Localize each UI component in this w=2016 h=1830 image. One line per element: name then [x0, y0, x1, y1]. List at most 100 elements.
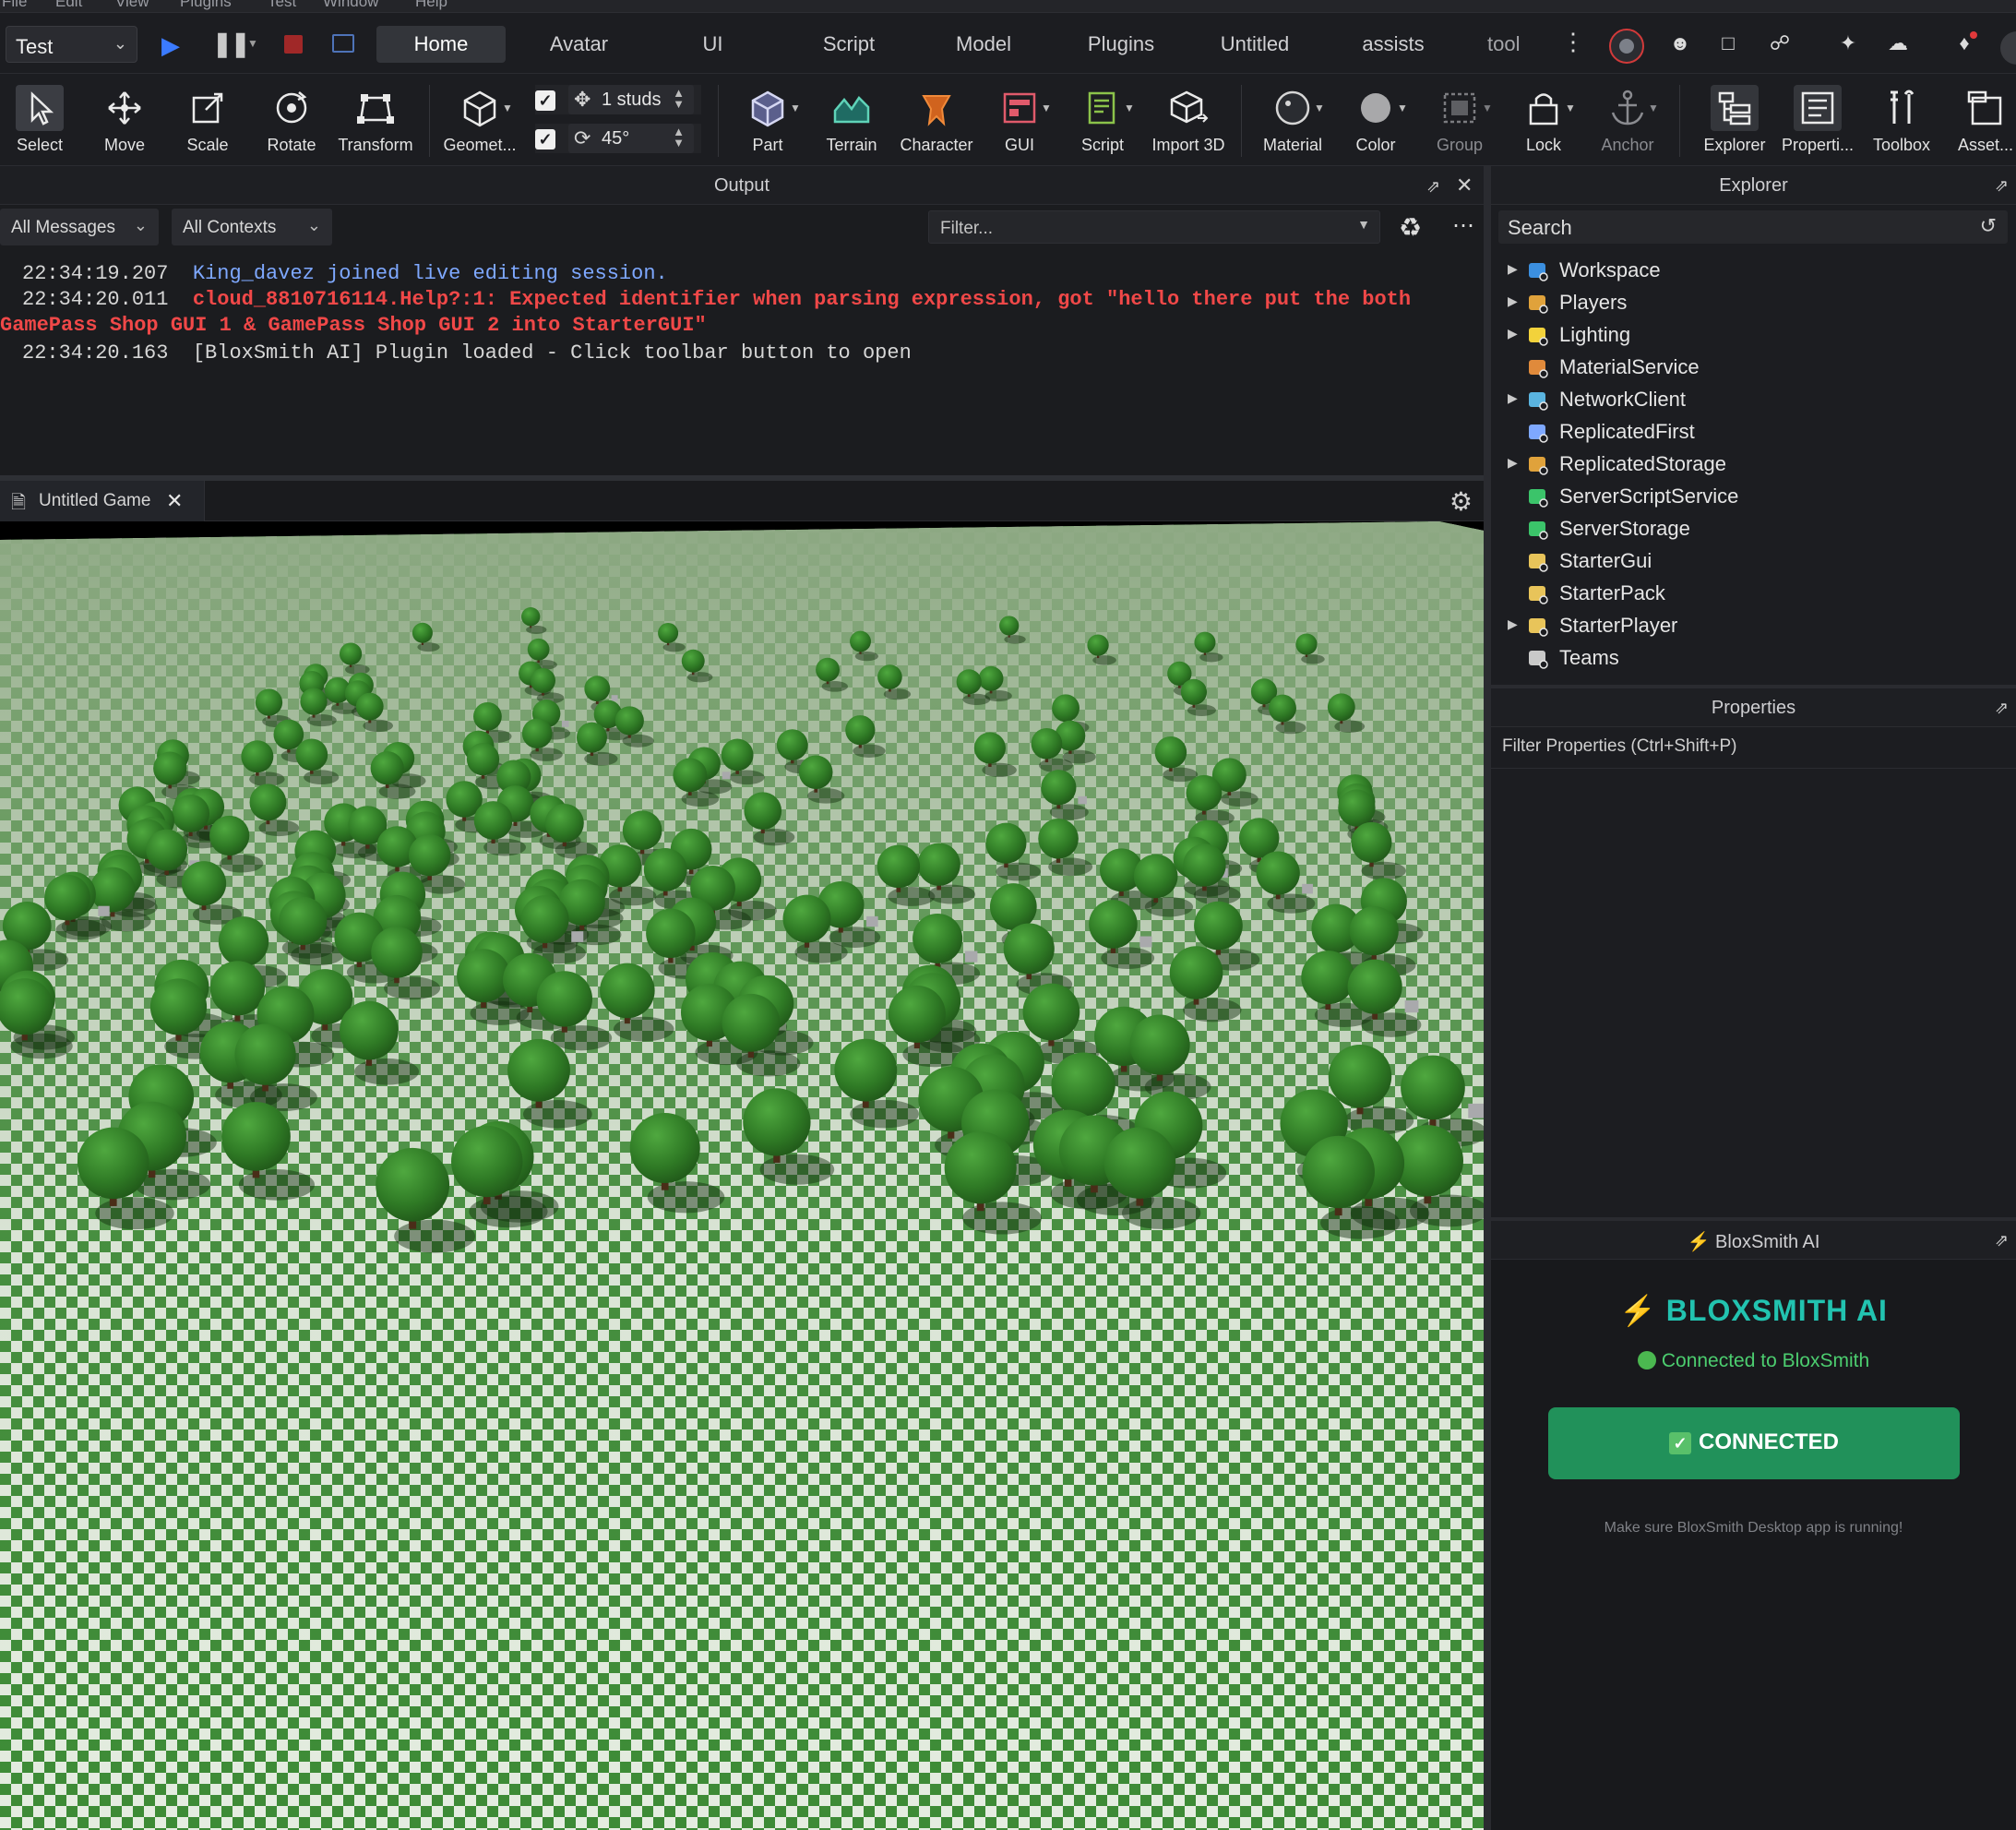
close-tab-icon[interactable]: ✕: [166, 489, 183, 513]
history-icon[interactable]: ↺: [1980, 214, 1997, 238]
close-icon[interactable]: ✕: [1456, 173, 1473, 197]
tree-canopy[interactable]: [339, 642, 363, 665]
tree-canopy[interactable]: [1301, 951, 1355, 1005]
select-tool-button[interactable]: Select: [7, 74, 72, 166]
filter-dropdown-icon[interactable]: ▼: [1357, 217, 1370, 232]
explorer-item-players[interactable]: ▶ Players: [1491, 287, 2016, 319]
explorer-item-starterpack[interactable]: StarterPack: [1491, 578, 2016, 610]
tree-canopy[interactable]: [1328, 1045, 1392, 1108]
messages-filter-dropdown[interactable]: All Messages ⌄: [0, 209, 159, 245]
expand-arrow-icon[interactable]: ▶: [1508, 261, 1518, 277]
rock-part[interactable]: [1302, 883, 1313, 894]
lock-button[interactable]: Lock: [1511, 74, 1576, 166]
tree-canopy[interactable]: [146, 829, 188, 871]
tree-canopy[interactable]: [527, 638, 550, 661]
tree-canopy[interactable]: [218, 916, 269, 967]
explorer-item-workspace[interactable]: ▶ Workspace: [1491, 255, 2016, 287]
tree-canopy[interactable]: [1103, 1127, 1176, 1199]
rock-part[interactable]: [1404, 999, 1419, 1013]
tree-canopy[interactable]: [985, 822, 1027, 864]
stop-icon[interactable]: [284, 35, 303, 54]
explorer-item-replicatedstorage[interactable]: ▶ ReplicatedStorage: [1491, 449, 2016, 481]
tree-canopy[interactable]: [473, 701, 502, 731]
assistant-sparkle-icon[interactable]: ✦: [1834, 30, 1862, 57]
log-line[interactable]: 22:34:20.163 [BloxSmith AI] Plugin loade…: [22, 341, 912, 365]
menu-view[interactable]: View: [115, 0, 149, 11]
stepper-icon[interactable]: ▲ ▼: [673, 126, 685, 149]
tree-canopy[interactable]: [917, 843, 960, 886]
tree-canopy[interactable]: [1169, 946, 1223, 999]
expand-arrow-icon[interactable]: ▶: [1508, 455, 1518, 471]
tree-canopy[interactable]: [1031, 728, 1063, 760]
menu-edit[interactable]: Edit: [55, 0, 82, 11]
color-button[interactable]: Color: [1343, 74, 1408, 166]
tree-canopy[interactable]: [300, 688, 328, 715]
tab-script[interactable]: Script: [803, 26, 895, 63]
tree-canopy[interactable]: [877, 844, 921, 889]
rock-part[interactable]: [1078, 795, 1087, 805]
tree-canopy[interactable]: [221, 1102, 291, 1171]
tree-canopy[interactable]: [412, 622, 433, 643]
tree-canopy[interactable]: [536, 971, 593, 1027]
properties-filter-input[interactable]: Filter Properties (Ctrl+Shift+P): [1502, 736, 1736, 757]
output-filter-input[interactable]: Filter... ▼: [928, 210, 1380, 244]
script-dropdown-icon[interactable]: ▼: [1124, 102, 1135, 114]
avatar[interactable]: [1609, 29, 1644, 64]
character-button[interactable]: Character: [890, 74, 983, 166]
explorer-item-lighting[interactable]: ▶ Lighting: [1491, 319, 2016, 352]
menu-plugins[interactable]: Plugins: [180, 0, 232, 11]
tree-canopy[interactable]: [1338, 789, 1376, 827]
pause-icon[interactable]: ❚❚: [212, 30, 251, 58]
tree-canopy[interactable]: [1347, 959, 1402, 1014]
tree-canopy[interactable]: [973, 732, 1006, 764]
rock-part[interactable]: [98, 905, 110, 916]
tab-home[interactable]: Home: [376, 26, 506, 63]
tree-canopy[interactable]: [451, 1125, 523, 1198]
tree-canopy[interactable]: [1051, 1052, 1115, 1117]
scale-tool-button[interactable]: Scale: [175, 74, 240, 166]
explorer-item-materialservice[interactable]: MaterialService: [1491, 352, 2016, 384]
log-line-error[interactable]: 22:34:20.011 cloud_8810716114.Help?:1: E…: [22, 288, 1411, 311]
explorer-search-input[interactable]: Search ↺: [1498, 210, 2008, 244]
tree-canopy[interactable]: [209, 815, 250, 856]
tree-canopy[interactable]: [989, 883, 1037, 930]
tab-avatar[interactable]: Avatar: [526, 26, 632, 63]
tree-canopy[interactable]: [371, 927, 423, 978]
tree-canopy[interactable]: [646, 908, 696, 959]
popout-icon[interactable]: ⇗: [1426, 177, 1440, 197]
rock-part[interactable]: [561, 720, 569, 727]
explorer-item-networkclient[interactable]: ▶ NetworkClient: [1491, 384, 2016, 416]
rock-part[interactable]: [611, 695, 618, 701]
play-icon[interactable]: ▶: [161, 31, 180, 60]
tree-canopy[interactable]: [834, 1038, 898, 1102]
tree-canopy[interactable]: [622, 810, 662, 851]
tree-canopy[interactable]: [782, 894, 831, 943]
tree-canopy[interactable]: [209, 961, 266, 1016]
rock-part[interactable]: [722, 771, 731, 780]
menu-test[interactable]: Test: [268, 0, 296, 11]
tree-canopy[interactable]: [520, 895, 569, 944]
gui-dropdown-icon[interactable]: ▼: [1041, 102, 1052, 114]
tree-canopy[interactable]: [850, 630, 871, 652]
explorer-item-replicatedfirst[interactable]: ReplicatedFirst: [1491, 416, 2016, 449]
explorer-item-teams[interactable]: Teams: [1491, 642, 2016, 675]
popout-icon[interactable]: ⇗: [1995, 1231, 2009, 1250]
tree-canopy[interactable]: [457, 949, 511, 1003]
expand-arrow-icon[interactable]: ▶: [1508, 616, 1518, 632]
tree-canopy[interactable]: [1327, 693, 1355, 722]
stepper-icon[interactable]: ▲ ▼: [673, 87, 685, 110]
terrain-button[interactable]: Terrain: [812, 74, 891, 166]
cloud-icon[interactable]: ☁: [1884, 30, 1912, 57]
profile-avatar[interactable]: [2000, 31, 2016, 65]
add-collaborator-icon[interactable]: ☻: [1666, 30, 1694, 57]
tree-canopy[interactable]: [1194, 631, 1216, 653]
tree-canopy[interactable]: [149, 978, 208, 1035]
group-dropdown-icon[interactable]: ▼: [1482, 102, 1493, 114]
expand-arrow-icon[interactable]: ▶: [1508, 326, 1518, 341]
move-snap-field[interactable]: ✥ 1 studs ▲ ▼: [568, 85, 694, 114]
toolbox-button[interactable]: Toolbox: [1864, 74, 1939, 166]
move-snap-checkbox[interactable]: ✓: [535, 90, 555, 111]
tree-canopy[interactable]: [721, 738, 754, 771]
rock-part[interactable]: [1468, 1103, 1484, 1118]
properties-toggle-button[interactable]: Properti...: [1779, 74, 1856, 166]
